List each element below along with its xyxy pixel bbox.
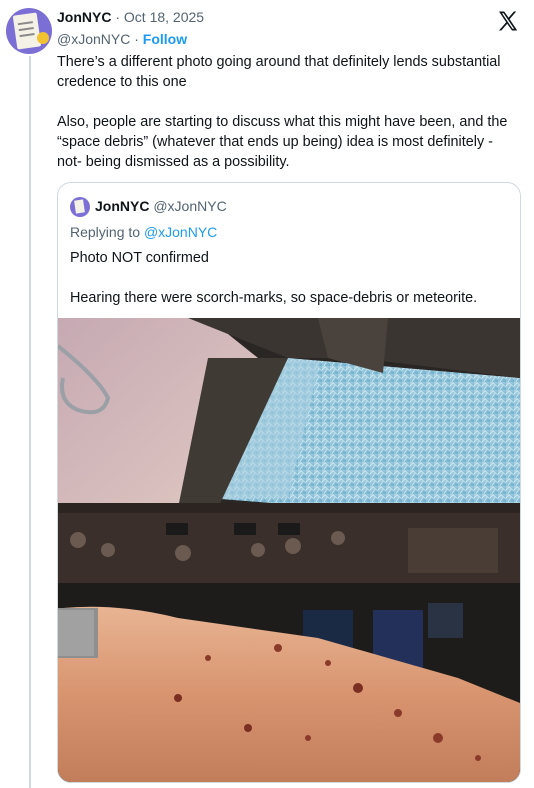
author-handle[interactable]: @xJonNYC xyxy=(57,31,130,47)
cockpit-photo[interactable] xyxy=(58,318,520,782)
tweet-text: There’s a different photo going around t… xyxy=(57,52,517,172)
author-name[interactable]: JonNYC xyxy=(57,9,111,25)
quoted-tweet-card[interactable]: JonNYC @xJonNYC Replying to @xJonNYC Pho… xyxy=(57,182,521,783)
replying-to-line: Replying to @xJonNYC xyxy=(70,224,217,240)
x-logo-icon[interactable] xyxy=(496,9,520,33)
tweet-header: JonNYC · Oct 18, 2025 xyxy=(57,9,204,25)
tweet-date[interactable]: Oct 18, 2025 xyxy=(124,9,204,25)
replying-to-prefix: Replying to xyxy=(70,224,144,240)
thread-connector-line xyxy=(29,56,31,788)
replying-to-mention[interactable]: @xJonNYC xyxy=(144,224,217,240)
quoted-paragraph-2: Hearing there were scorch-marks, so spac… xyxy=(70,290,478,306)
handle-row: @xJonNYC · Follow xyxy=(57,31,187,47)
quoted-author-avatar xyxy=(70,197,90,217)
quoted-paragraph-1: Photo NOT confirmed xyxy=(70,250,209,266)
quoted-tweet-text: Photo NOT confirmed Hearing there were s… xyxy=(70,248,510,308)
quoted-tweet-header: JonNYC @xJonNYC xyxy=(95,198,227,214)
quoted-avatar-note-graphic xyxy=(74,199,85,214)
follow-button[interactable]: Follow xyxy=(143,31,187,47)
tweet-paragraph-2: Also, people are starting to discuss wha… xyxy=(57,114,508,170)
quoted-author-handle: @xJonNYC xyxy=(153,198,227,214)
header-separator: · xyxy=(111,9,124,25)
tweet-paragraph-1: There’s a different photo going around t… xyxy=(57,54,501,90)
author-avatar[interactable] xyxy=(6,8,52,54)
avatar-sticker-graphic xyxy=(37,32,49,44)
handle-separator: · xyxy=(130,31,143,47)
avatar-note-graphic xyxy=(12,12,42,50)
quoted-author-name: JonNYC xyxy=(95,198,150,214)
